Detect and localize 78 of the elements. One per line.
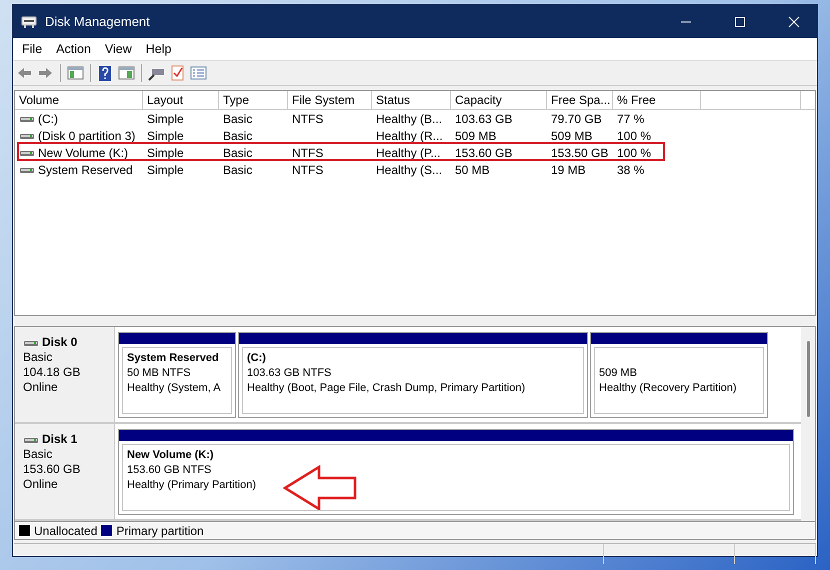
partition-status: Healthy (Primary Partition): [127, 478, 257, 493]
table-cell: Simple: [147, 162, 184, 176]
partition-name: System Reserved: [127, 351, 220, 366]
table-cell: (Disk 0 partition 3): [38, 128, 136, 142]
table-cell: NTFS: [292, 162, 324, 176]
column-header[interactable]: Free Spa...: [547, 91, 613, 109]
table-cell: 79.70 GB: [551, 112, 602, 126]
table-cell: System Reserved: [38, 162, 133, 176]
list-icon[interactable]: [190, 64, 207, 82]
table-cell: Healthy (B...: [376, 112, 442, 126]
disk-drive-icon: [21, 14, 37, 30]
legend-label: Unallocated: [34, 524, 98, 538]
table-cell: Simple: [147, 146, 184, 160]
partition-block[interactable]: System Reserved 50 MB NTFS Healthy (System, A: [122, 347, 232, 414]
table-cell: Basic: [223, 162, 252, 176]
partition-block[interactable]: (C:) 103.63 GB NTFS Healthy (Boot, Page File, Crash Dump, Primary Partition): [242, 347, 584, 414]
table-cell: Healthy (S...: [376, 162, 442, 176]
disk-status: Online: [23, 477, 59, 492]
checklist-icon[interactable]: [169, 64, 186, 82]
table-cell: 509 MB: [551, 128, 592, 142]
partition-status: Healthy (System, A: [127, 381, 222, 396]
menu-item[interactable]: Help: [138, 40, 178, 58]
disk-status: Online: [23, 380, 59, 395]
partition-name: New Volume (K:): [127, 448, 215, 463]
help-icon[interactable]: [97, 64, 114, 82]
column-header[interactable]: Capacity: [451, 91, 547, 109]
partition-size: 50 MB NTFS: [127, 366, 192, 381]
table-cell: Simple: [147, 112, 184, 126]
table-cell: 100 %: [617, 128, 652, 142]
table-cell: 50 MB: [455, 162, 490, 176]
menu-item[interactable]: File: [15, 40, 50, 58]
table-cell: Simple: [147, 128, 184, 142]
column-header[interactable]: Layout: [143, 91, 219, 109]
table-cell: 38 %: [617, 162, 644, 176]
table-cell: Basic: [223, 112, 252, 126]
column-header[interactable]: Volume: [15, 91, 143, 109]
disk-name: Disk 0: [42, 335, 78, 350]
table-cell: Healthy (R...: [376, 128, 443, 142]
menu-item[interactable]: Action: [49, 40, 98, 58]
disk-size: 104.18 GB: [23, 365, 82, 380]
partition-status: Healthy (Boot, Page File, Crash Dump, Primary Partition): [247, 381, 526, 396]
menu-item[interactable]: View: [98, 40, 139, 58]
table-cell: Basic: [223, 146, 252, 160]
table-cell: Basic: [223, 128, 252, 142]
table-cell: 153.50 GB: [551, 146, 608, 160]
disk-type: Basic: [23, 447, 54, 462]
disk-name: Disk 1: [42, 432, 78, 447]
partition-size: 509 MB: [599, 366, 638, 381]
table-cell: 103.63 GB: [455, 112, 512, 126]
close-icon[interactable]: [788, 16, 800, 28]
table-cell: Healthy (P...: [376, 146, 440, 160]
table-cell: NTFS: [292, 112, 324, 126]
table-cell: 19 MB: [551, 162, 586, 176]
column-header[interactable]: Type: [219, 91, 288, 109]
table-cell: 153.60 GB: [455, 146, 512, 160]
disk-size: 153.60 GB: [23, 462, 82, 477]
table-cell: NTFS: [292, 146, 324, 160]
table-cell: (C:): [38, 112, 58, 126]
legend-label: Primary partition: [116, 524, 204, 538]
column-header[interactable]: Status: [372, 91, 451, 109]
partition-block[interactable]: New Volume (K:) 153.60 GB NTFS Healthy (Primary Partition): [122, 444, 790, 511]
maximize-icon[interactable]: [734, 16, 746, 28]
column-header[interactable]: % Free: [613, 91, 701, 109]
column-header[interactable]: File System: [288, 91, 372, 109]
partition-block[interactable]: 509 MB Healthy (Recovery Partition): [594, 347, 764, 414]
table-cell: 77 %: [617, 112, 644, 126]
window-title: Disk Management: [45, 14, 151, 29]
table-cell: 509 MB: [455, 128, 496, 142]
scrollbar-thumb[interactable]: [806, 341, 810, 417]
partition-name: (C:): [247, 351, 267, 366]
partition-status: Healthy (Recovery Partition): [599, 381, 738, 396]
disk-type: Basic: [23, 350, 54, 365]
console-tree-icon[interactable]: [67, 64, 84, 82]
partition-size: 153.60 GB NTFS: [127, 463, 212, 478]
table-cell: 100 %: [617, 146, 652, 160]
partition-size: 103.63 GB NTFS: [247, 366, 332, 381]
action-pane-icon[interactable]: [118, 64, 135, 82]
table-cell: New Volume (K:): [38, 146, 128, 160]
